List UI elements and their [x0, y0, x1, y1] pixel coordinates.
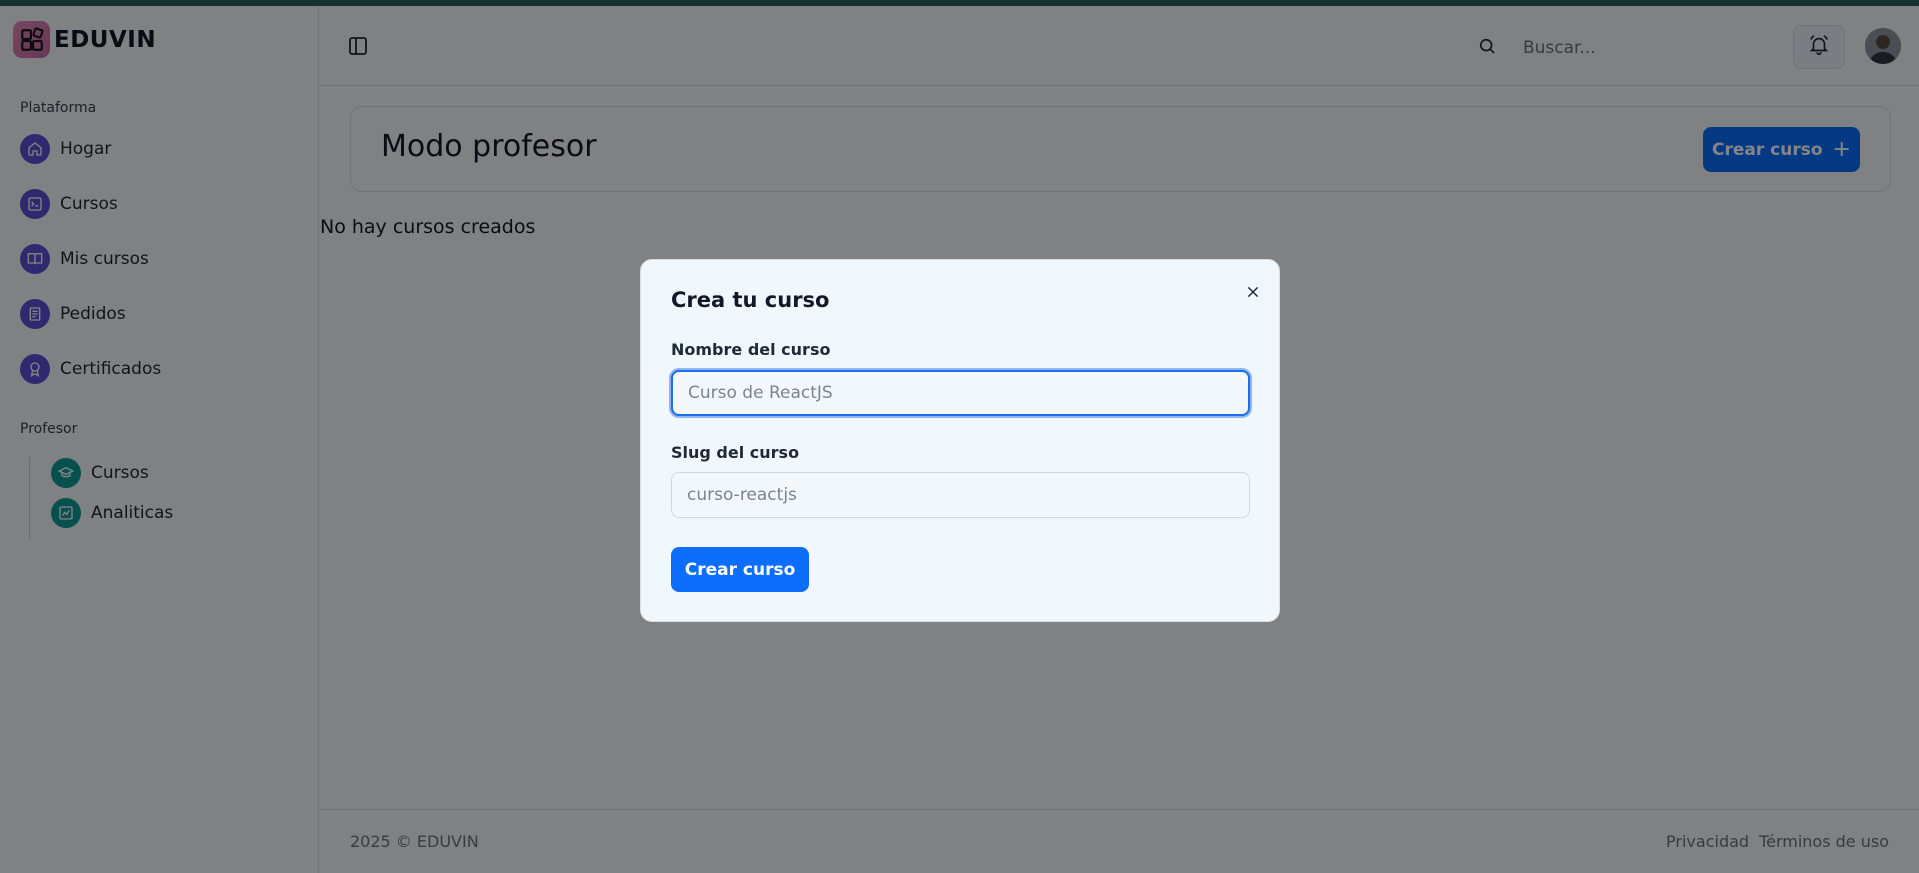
close-icon	[1245, 284, 1261, 304]
course-name-label: Nombre del curso	[671, 340, 831, 359]
create-course-dialog: Crea tu curso Nombre del curso Slug del …	[640, 259, 1280, 622]
course-slug-label: Slug del curso	[671, 443, 800, 462]
course-name-input[interactable]	[671, 370, 1250, 416]
close-dialog-button[interactable]	[1241, 282, 1265, 306]
dialog-title: Crea tu curso	[671, 288, 830, 312]
course-slug-input[interactable]	[671, 472, 1250, 518]
submit-create-course-button[interactable]: Crear curso	[671, 547, 809, 592]
